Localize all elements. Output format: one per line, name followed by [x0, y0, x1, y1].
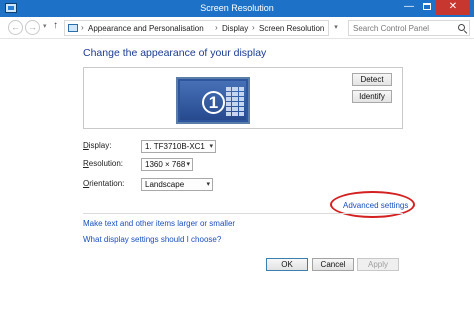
breadcrumb-separator[interactable]: › [252, 23, 255, 32]
resolution-select[interactable]: 1360 × 768 ▾ [141, 158, 193, 171]
monitor-screen: 1 [180, 81, 246, 120]
search-box[interactable] [348, 20, 470, 36]
orientation-label: Orientation: [83, 179, 125, 188]
display-label: Display: [83, 141, 112, 150]
search-input[interactable] [349, 21, 457, 35]
maximize-icon [423, 3, 431, 10]
address-toolbar: ← → ▾ ↑ › Appearance and Personalisation… [0, 17, 474, 39]
window-bottom-area [0, 282, 474, 334]
cancel-button[interactable]: Cancel [312, 258, 354, 271]
page-title: Change the appearance of your display [83, 47, 267, 59]
maximize-button[interactable] [418, 0, 436, 15]
minimize-button[interactable]: — [400, 0, 418, 15]
breadcrumb-display[interactable]: Display [222, 24, 248, 33]
control-panel-location-icon [68, 24, 78, 32]
display-layout-icon [226, 87, 244, 117]
address-history-chevron-icon[interactable]: ▾ [331, 20, 341, 36]
display-preview-panel: 1 Detect Identify [83, 67, 403, 129]
breadcrumb-separator[interactable]: › [81, 23, 84, 32]
monitor-number-badge: 1 [202, 91, 225, 114]
chevron-down-icon: ▾ [186, 161, 190, 168]
identify-button[interactable]: Identify [352, 90, 392, 103]
chevron-down-icon: ▾ [209, 143, 213, 150]
monitor-icon[interactable]: 1 [176, 77, 250, 124]
detect-button[interactable]: Detect [352, 73, 392, 86]
orientation-select[interactable]: Landscape ▾ [141, 178, 213, 191]
address-field[interactable]: › Appearance and Personalisation › Displ… [64, 20, 329, 36]
advanced-settings-link[interactable]: Advanced settings [343, 201, 408, 210]
breadcrumb-screen-resolution[interactable]: Screen Resolution [259, 24, 324, 33]
display-select-value: 1. TF3710B-XC1 [145, 142, 205, 151]
section-divider [83, 213, 403, 214]
ok-button[interactable]: OK [266, 258, 308, 271]
orientation-select-value: Landscape [145, 180, 185, 189]
search-icon[interactable] [458, 24, 465, 31]
up-arrow-icon[interactable]: ↑ [53, 20, 58, 31]
breadcrumb-appearance[interactable]: Appearance and Personalisation [88, 24, 204, 33]
display-select[interactable]: 1. TF3710B-XC1 ▾ [141, 140, 216, 153]
breadcrumb-separator[interactable]: › [215, 23, 218, 32]
content-area: Change the appearance of your display 1 … [0, 39, 474, 334]
text-size-link[interactable]: Make text and other items larger or smal… [83, 219, 235, 228]
close-button[interactable]: ✕ [436, 0, 470, 15]
title-bar: Screen Resolution — ✕ [0, 0, 474, 17]
apply-button[interactable]: Apply [357, 258, 399, 271]
chevron-down-icon: ▾ [206, 181, 210, 188]
display-settings-help-link[interactable]: What display settings should I choose? [83, 235, 221, 244]
recent-locations-chevron-icon[interactable]: ▾ [43, 22, 47, 30]
back-arrow-icon[interactable]: ← [8, 20, 23, 35]
forward-arrow-icon[interactable]: → [25, 20, 40, 35]
resolution-select-value: 1360 × 768 [145, 160, 186, 169]
resolution-label: Resolution: [83, 159, 124, 168]
